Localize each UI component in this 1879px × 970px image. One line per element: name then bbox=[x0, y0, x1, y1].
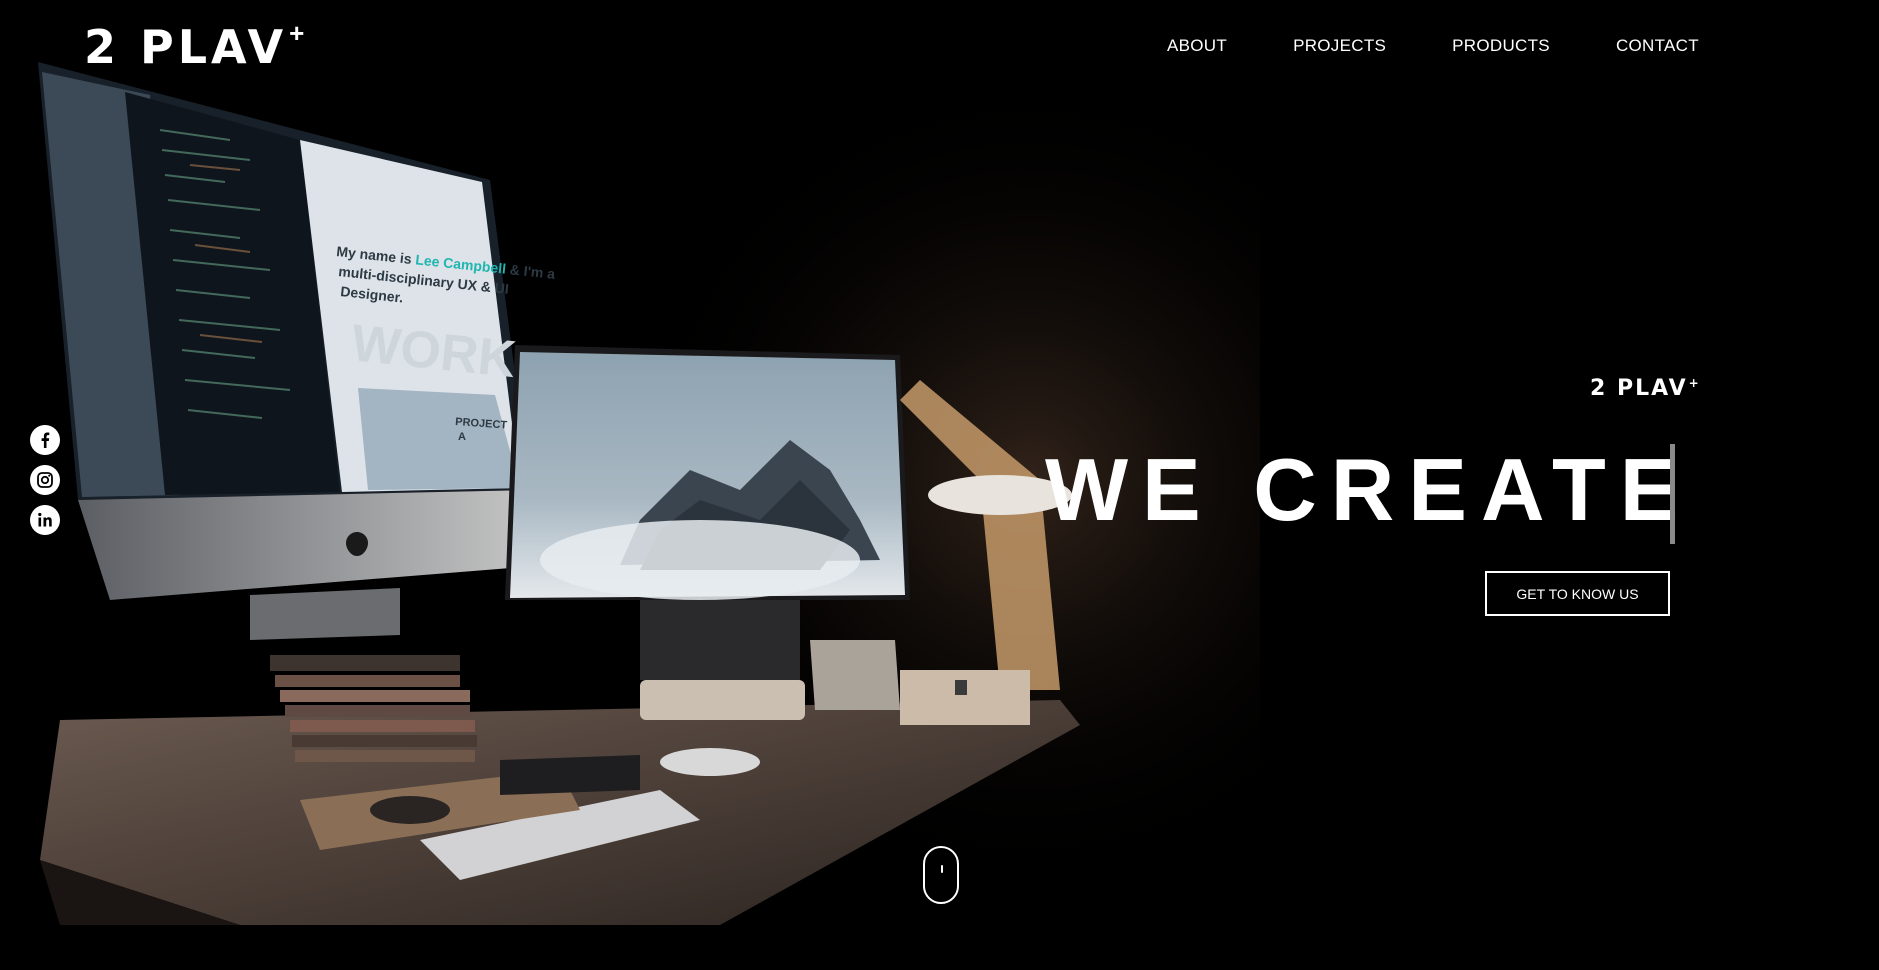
scroll-down-icon[interactable] bbox=[923, 846, 959, 904]
main-nav: ABOUT PROJECTS PRODUCTS CONTACT bbox=[1167, 36, 1699, 56]
nav-contact[interactable]: CONTACT bbox=[1616, 36, 1699, 56]
typing-cursor bbox=[1670, 444, 1675, 544]
scroll-wheel bbox=[941, 865, 943, 873]
instagram-icon[interactable] bbox=[30, 465, 60, 495]
screen-text-project-sub: A bbox=[458, 431, 466, 443]
hero-headline: WE CREATE bbox=[1045, 440, 1693, 539]
nav-projects[interactable]: PROJECTS bbox=[1293, 36, 1386, 56]
hero-small-logo: 2 PLAV+ bbox=[1590, 376, 1701, 401]
linkedin-icon[interactable] bbox=[30, 505, 60, 535]
nav-about[interactable]: ABOUT bbox=[1167, 36, 1227, 56]
logo-text: 2 PLAV bbox=[84, 20, 288, 74]
nav-products[interactable]: PRODUCTS bbox=[1452, 36, 1550, 56]
logo-plus: + bbox=[289, 17, 305, 48]
hero-small-logo-plus: + bbox=[1688, 376, 1701, 390]
social-links bbox=[30, 425, 60, 535]
brand-logo[interactable]: 2 PLAV + bbox=[84, 18, 304, 74]
get-to-know-us-button[interactable]: GET TO KNOW US bbox=[1485, 571, 1670, 616]
hero-small-logo-text: 2 PLAV bbox=[1590, 376, 1688, 401]
facebook-icon[interactable] bbox=[30, 425, 60, 455]
hero-section: My name is Lee Campbell & I'm a multi-di… bbox=[0, 0, 1879, 970]
